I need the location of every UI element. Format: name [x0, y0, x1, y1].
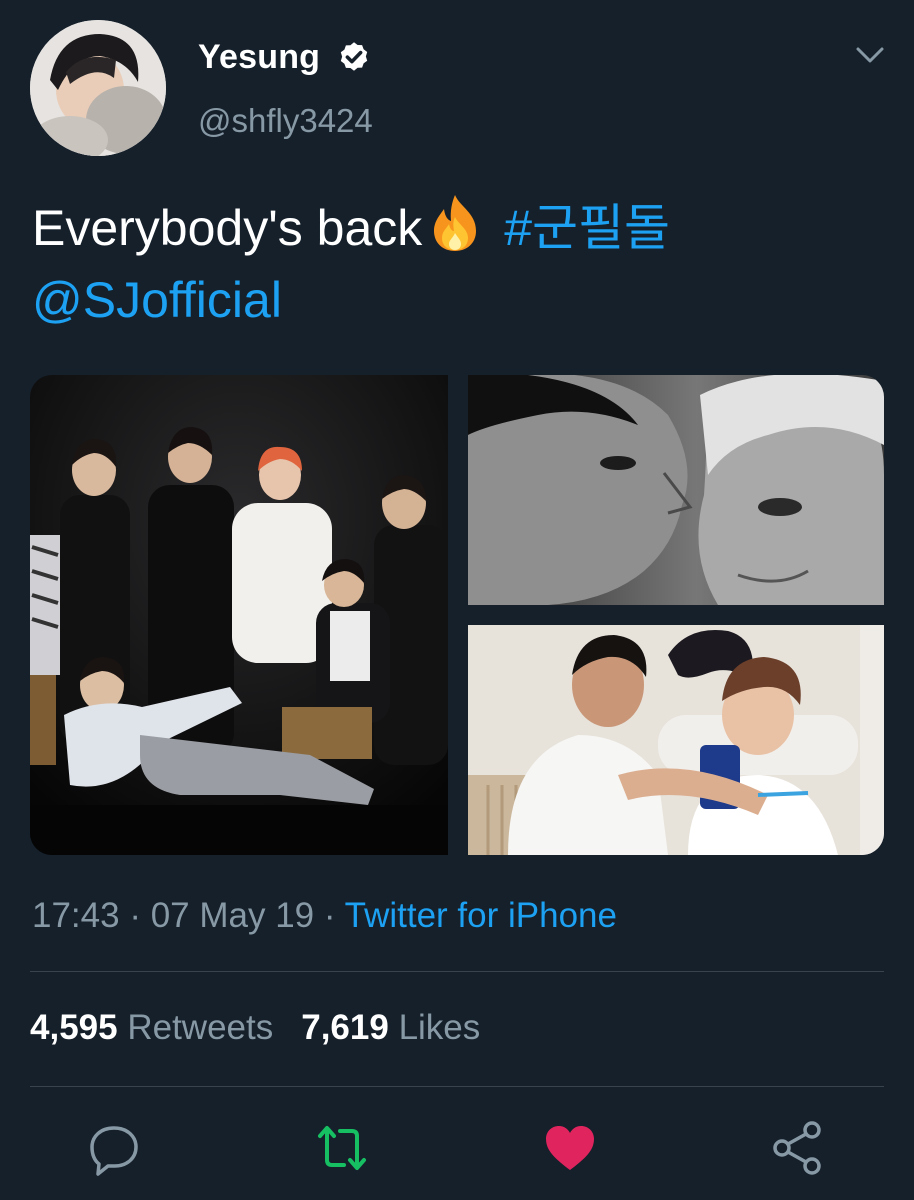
verified-badge-icon — [340, 42, 368, 71]
media-group-photo[interactable] — [30, 375, 448, 855]
likes-label: Likes — [398, 1008, 481, 1047]
divider — [30, 1086, 884, 1087]
tweet-date: 07 May 19 — [150, 896, 315, 935]
hug-photo — [468, 625, 884, 855]
heart-icon[interactable] — [540, 1118, 600, 1178]
divider — [30, 971, 884, 972]
display-name[interactable]: Yesung — [198, 38, 320, 77]
avatar-photo — [30, 20, 166, 156]
meta-separator: · — [323, 896, 336, 935]
hashtag-link[interactable]: #군필돌 — [504, 200, 670, 256]
group-photo — [30, 375, 448, 855]
tweet-meta: 17:43 · 07 May 19 · Twitter for iPhone — [32, 896, 617, 936]
tweet-stats: 4,595 Retweets 7,619 Likes — [30, 1008, 480, 1048]
tweet-source-link[interactable]: Twitter for iPhone — [345, 896, 617, 935]
media-hug-photo[interactable] — [468, 625, 884, 855]
tweet-text: Everybody's back #군필돌 @SJofficial — [32, 192, 892, 336]
media-closeup-photo[interactable] — [468, 375, 884, 605]
likes-count: 7,619 — [301, 1008, 389, 1047]
reply-icon[interactable] — [84, 1118, 144, 1178]
retweets-stat[interactable]: 4,595 Retweets — [30, 1008, 273, 1047]
likes-stat[interactable]: 7,619 Likes — [301, 1008, 480, 1047]
tweet-time: 17:43 — [32, 896, 120, 935]
fire-emoji-icon — [434, 195, 477, 251]
user-handle[interactable]: @shfly3424 — [198, 102, 373, 140]
retweets-label: Retweets — [127, 1008, 274, 1047]
tweet-body: Everybody's back — [32, 200, 423, 256]
avatar[interactable] — [30, 20, 166, 156]
retweets-count: 4,595 — [30, 1008, 118, 1047]
black-white-closeup-photo — [468, 375, 884, 605]
chevron-down-icon[interactable] — [852, 40, 888, 70]
share-icon[interactable] — [768, 1118, 828, 1178]
meta-separator: · — [129, 896, 141, 935]
mention-link[interactable]: @SJofficial — [32, 272, 282, 328]
retweet-icon[interactable] — [312, 1118, 372, 1178]
